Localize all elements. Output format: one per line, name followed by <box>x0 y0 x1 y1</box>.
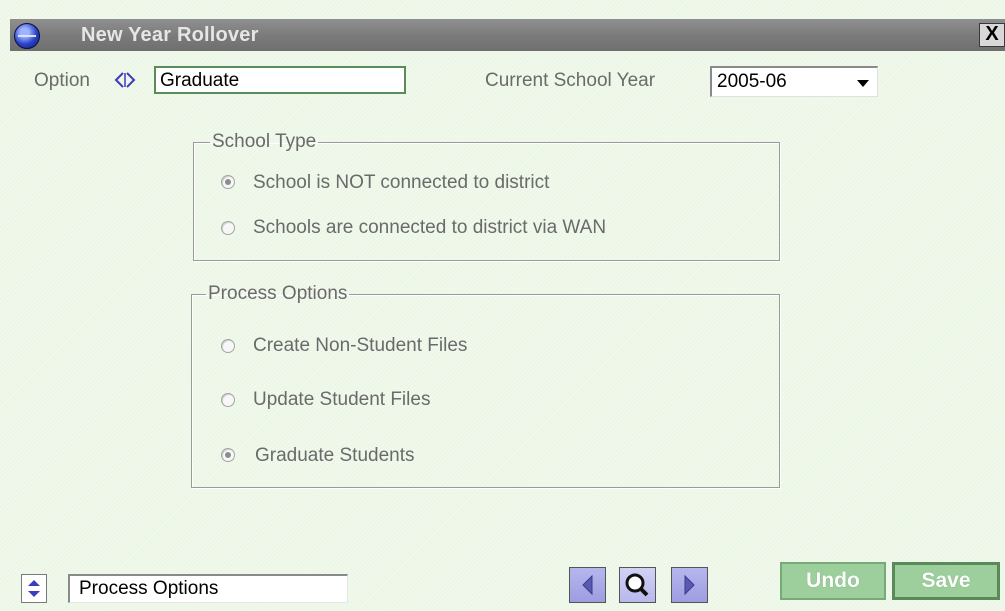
radio-button[interactable] <box>221 221 235 235</box>
window-title: New Year Rollover <box>81 24 259 46</box>
spinner-icon[interactable] <box>21 574 47 603</box>
undo-button[interactable]: Undo <box>780 562 886 600</box>
save-button[interactable]: Save <box>892 562 1000 600</box>
radio-button[interactable] <box>221 393 235 407</box>
chevron-down-icon[interactable] <box>857 80 869 87</box>
school-year-label: Current School Year <box>485 70 656 91</box>
school-type-group: School Type <box>193 131 780 261</box>
radio-label: Schools are connected to district via WA… <box>253 217 607 238</box>
title-bar: New Year Rollover X <box>10 19 1005 51</box>
radio-button[interactable] <box>221 339 235 353</box>
section-field[interactable]: Process Options <box>68 574 348 603</box>
radio-button[interactable] <box>221 175 235 189</box>
process-options-legend: Process Options <box>208 283 348 304</box>
prev-icon <box>582 574 593 596</box>
close-button[interactable]: X <box>979 23 1005 47</box>
option-label: Option <box>34 70 90 91</box>
new-year-rollover-window: New Year Rollover X Option Graduate Curr… <box>0 0 1005 611</box>
radio-button[interactable] <box>221 448 235 462</box>
radio-label: School is NOT connected to district <box>253 172 550 193</box>
option-nav-arrows-icon[interactable] <box>113 70 137 90</box>
next-icon <box>684 574 695 596</box>
school-year-value: 2005-06 <box>717 71 787 92</box>
school-type-legend: School Type <box>212 131 317 152</box>
option-input[interactable]: Graduate <box>154 66 406 94</box>
radio-label: Graduate Students <box>255 445 415 466</box>
school-year-select[interactable]: 2005-06 <box>710 66 878 97</box>
prev-button[interactable] <box>569 567 606 603</box>
radio-label: Update Student Files <box>253 389 431 410</box>
app-icon[interactable] <box>14 23 40 49</box>
find-button[interactable] <box>619 567 656 603</box>
find-icon <box>625 573 649 597</box>
radio-label: Create Non-Student Files <box>253 335 468 356</box>
next-button[interactable] <box>671 567 708 603</box>
